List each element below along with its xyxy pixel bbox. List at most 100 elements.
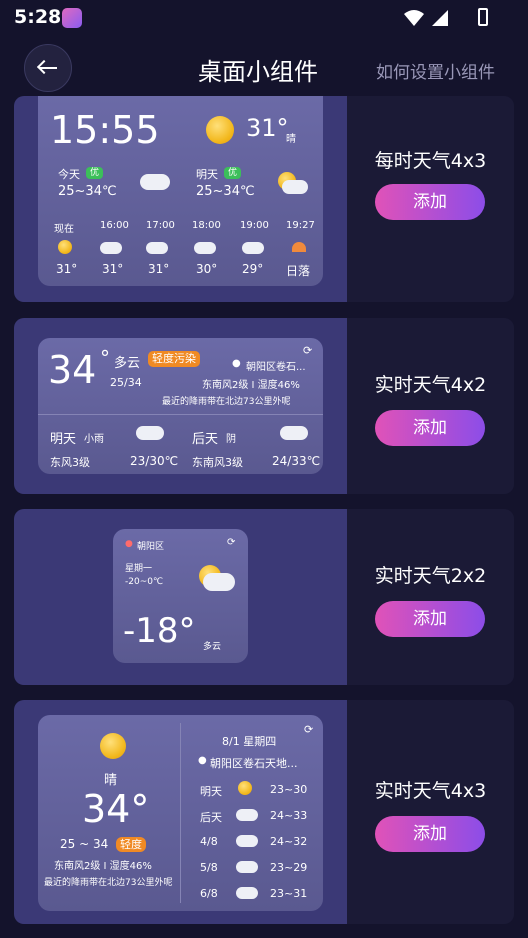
widget-temp: -18° — [123, 611, 196, 651]
widget-row-realtime-2x2: ● 朝阳区 ⟳ 星期一 -20~0℃ -18° 多云 实时天气2x2 添加 — [14, 509, 514, 685]
cloud-icon — [280, 426, 308, 440]
widget-cond: 晴 — [104, 773, 118, 788]
day-wind: 东风3级 — [50, 456, 90, 469]
widget-cond: 多云 — [114, 356, 141, 371]
widget-range: 25 ~ 34 — [60, 837, 109, 851]
widget-row-hourly-4x3: 15:55 31° 晴 今天 优 25~34℃ 明天 优 25~34℃ 现在 1… — [14, 96, 514, 302]
widget-wind: 东南风2级 I 湿度46% — [202, 380, 300, 391]
forecast-day: 4/8 — [200, 835, 218, 848]
rain-cloud-icon — [140, 174, 170, 190]
location-pin-icon: ● — [125, 539, 133, 549]
today-label: 今天 — [58, 168, 80, 181]
widget-row-realtime-4x2: 34 ° 多云 轻度污染 25/34 ● 朝阳区卷石... ⟳ 东南风2级 I … — [14, 318, 514, 494]
add-button[interactable]: 添加 — [375, 601, 485, 637]
cloud-icon — [146, 242, 168, 254]
location-pin-icon: ● — [232, 358, 241, 369]
aqi-badge: 轻度污染 — [148, 351, 200, 367]
refresh-icon: ⟳ — [304, 723, 314, 736]
forecast-day: 后天 — [200, 811, 222, 824]
widget-day: 星期一 — [125, 564, 153, 574]
rain-cloud-icon — [236, 861, 258, 873]
hour-label: 19:27 — [286, 220, 315, 231]
hour-temp: 29° — [242, 262, 264, 276]
hour-temp: 30° — [196, 262, 218, 276]
aqi-badge: 轻度 — [116, 837, 146, 852]
widget-location: 朝阳区卷石... — [246, 362, 306, 373]
widget-wind: 东南风2级 I 湿度46% — [54, 861, 152, 872]
widget-name: 每时天气4x3 — [374, 150, 487, 172]
widget-name: 实时天气4x2 — [374, 374, 487, 396]
hour-temp: 31° — [148, 262, 170, 276]
hour-label: 18:00 — [192, 220, 221, 231]
forecast-range: 23~30 — [270, 783, 308, 796]
status-bar: 5:28 — [0, 0, 528, 36]
forecast-day: 6/8 — [200, 887, 218, 900]
cloud-icon — [282, 180, 308, 194]
widget-temp: 34 — [48, 348, 97, 392]
app-notification-icon — [62, 8, 82, 28]
sun-icon — [206, 116, 234, 144]
refresh-icon: ⟳ — [227, 537, 236, 548]
cloud-icon — [203, 573, 235, 591]
tomorrow-label: 明天 — [196, 168, 218, 181]
hour-temp: 31° — [102, 262, 124, 276]
help-link[interactable]: 如何设置小组件 — [376, 58, 495, 83]
today-aqi-badge: 优 — [86, 167, 104, 179]
hour-label: 现在 — [54, 224, 74, 235]
add-button[interactable]: 添加 — [375, 816, 485, 852]
battery-icon — [478, 8, 488, 26]
sunset-icon — [292, 242, 306, 252]
hour-temp: 31° — [56, 262, 78, 276]
forecast-range: 24~32 — [270, 835, 308, 848]
cloud-icon — [194, 242, 216, 254]
cloud-icon — [236, 835, 258, 847]
widget-location: 朝阳区 — [137, 542, 165, 552]
widget-name: 实时天气2x2 — [374, 565, 487, 587]
widget-date: 8/1 星期四 — [222, 735, 277, 748]
day-cond: 小雨 — [84, 434, 104, 445]
hour-label: 16:00 — [100, 220, 129, 231]
refresh-icon: ⟳ — [303, 344, 313, 357]
forecast-range: 24~33 — [270, 809, 308, 822]
widget-preview: 晴 34° 25 ~ 34 轻度 东南风2级 I 湿度46% 最近的降雨带在北边… — [38, 715, 323, 911]
sun-icon — [100, 733, 126, 759]
forecast-range: 23~29 — [270, 861, 308, 874]
widget-cond: 晴 — [286, 134, 296, 145]
status-time: 5:28 — [14, 6, 62, 28]
header: 桌面小组件 如何设置小组件 — [0, 40, 528, 100]
day-label: 后天 — [192, 432, 219, 447]
back-button[interactable] — [24, 44, 72, 92]
add-button[interactable]: 添加 — [375, 410, 485, 446]
widget-temp: 31° — [246, 114, 289, 142]
degree-symbol: ° — [100, 346, 110, 370]
tomorrow-range: 25~34℃ — [196, 184, 255, 199]
hour-label: 17:00 — [146, 220, 175, 231]
hour-label: 19:00 — [240, 220, 269, 231]
hour-temp: 日落 — [286, 264, 311, 278]
widget-temp: 34° — [82, 787, 150, 831]
widget-name: 实时天气4x3 — [374, 780, 487, 802]
cloud-icon — [242, 242, 264, 254]
today-range: 25~34℃ — [58, 184, 117, 199]
rain-note: 最近的降雨带在北边73公里外呢 — [44, 878, 173, 888]
day-wind: 东南风3级 — [192, 456, 243, 469]
forecast-day: 5/8 — [200, 861, 218, 874]
signal-icons — [404, 10, 448, 26]
divider — [180, 723, 181, 903]
forecast-day: 明天 — [200, 785, 222, 798]
day-cond: 阴 — [226, 434, 236, 445]
widget-cond: 多云 — [203, 642, 222, 652]
cloud-icon — [236, 887, 258, 899]
widget-time: 15:55 — [50, 108, 160, 152]
divider — [38, 414, 323, 415]
sun-icon — [238, 781, 252, 795]
rain-cloud-icon — [136, 426, 164, 440]
cloud-icon — [100, 242, 122, 254]
widget-preview: ● 朝阳区 ⟳ 星期一 -20~0℃ -18° 多云 — [113, 529, 248, 663]
widget-range: -20~0℃ — [125, 577, 164, 587]
rain-note: 最近的降雨带在北边73公里外呢 — [162, 397, 291, 407]
day-range: 24/33℃ — [272, 454, 321, 468]
add-button[interactable]: 添加 — [375, 184, 485, 220]
day-label: 明天 — [50, 432, 77, 447]
sun-icon — [58, 240, 72, 254]
